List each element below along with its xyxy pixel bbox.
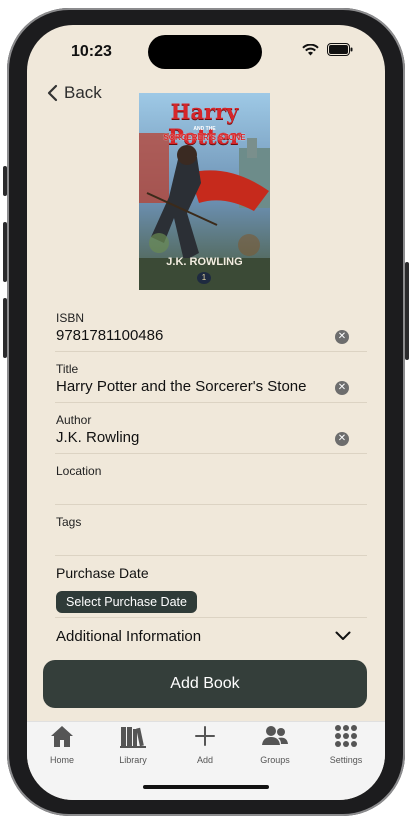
title-field[interactable]: Title Harry Potter and the Sorcerer's St…	[55, 362, 367, 403]
people-icon	[262, 726, 288, 745]
cover-author: J.K. ROWLING	[166, 256, 243, 268]
divider	[55, 617, 367, 618]
tags-field[interactable]: Tags	[55, 515, 367, 556]
clear-isbn-icon[interactable]: ✕	[335, 330, 349, 344]
back-label: Back	[64, 83, 102, 102]
tab-home-label: Home	[49, 755, 74, 765]
title-label: Title	[56, 362, 79, 376]
dynamic-island	[148, 35, 262, 69]
clear-author-icon[interactable]: ✕	[335, 432, 349, 446]
tab-groups[interactable]: Groups	[245, 724, 305, 765]
cover-volume: 1	[197, 272, 211, 284]
chevron-left-icon	[47, 84, 58, 102]
tab-library-label: Library	[119, 755, 147, 765]
tab-home[interactable]: Home	[32, 724, 92, 765]
house-icon	[51, 726, 73, 747]
additional-information-toggle[interactable]: Additional Information	[56, 628, 201, 645]
chevron-down-icon[interactable]	[335, 631, 351, 641]
tab-library[interactable]: Library	[103, 724, 163, 765]
isbn-input[interactable]: 9781781100486	[56, 327, 163, 344]
tab-settings-label: Settings	[329, 755, 363, 765]
cover-and-the: AND THE	[193, 126, 216, 132]
tab-add[interactable]: Add	[175, 724, 235, 765]
app-screen: 10:23 Back Harry Potter AND THE SORCERER…	[27, 25, 385, 800]
clear-title-icon[interactable]: ✕	[335, 381, 349, 395]
battery-icon	[327, 43, 353, 56]
book-cover-image: Harry Potter AND THE SORCERER'S STONE J.…	[139, 93, 270, 290]
cover-subtitle: SORCERER'S STONE	[163, 133, 246, 142]
select-purchase-date-button[interactable]: Select Purchase Date	[56, 591, 197, 613]
status-icons	[302, 43, 353, 56]
title-input[interactable]: Harry Potter and the Sorcerer's Stone	[56, 378, 306, 395]
location-field[interactable]: Location	[55, 464, 367, 505]
status-time: 10:23	[71, 43, 112, 60]
isbn-label: ISBN	[56, 311, 85, 325]
tags-label: Tags	[56, 515, 82, 529]
purchase-date-label: Purchase Date	[56, 565, 149, 581]
grid-dots-icon	[335, 725, 357, 747]
location-label: Location	[56, 464, 102, 478]
author-input[interactable]: J.K. Rowling	[56, 429, 139, 446]
home-indicator	[143, 785, 269, 789]
author-label: Author	[56, 413, 92, 427]
action-button	[3, 166, 7, 196]
books-icon	[120, 727, 146, 748]
wifi-icon	[302, 43, 319, 55]
volume-up-button	[3, 222, 7, 282]
power-button	[405, 262, 409, 360]
isbn-field[interactable]: ISBN 9781781100486 ✕	[55, 311, 367, 352]
author-field[interactable]: Author J.K. Rowling ✕	[55, 413, 367, 454]
add-book-button[interactable]: Add Book	[43, 660, 367, 708]
volume-down-button	[3, 298, 7, 358]
tab-groups-label: Groups	[260, 755, 290, 765]
plus-icon	[195, 726, 215, 746]
tab-settings[interactable]: Settings	[316, 724, 376, 765]
tab-add-label: Add	[196, 755, 213, 765]
back-button[interactable]: Back	[47, 83, 102, 103]
